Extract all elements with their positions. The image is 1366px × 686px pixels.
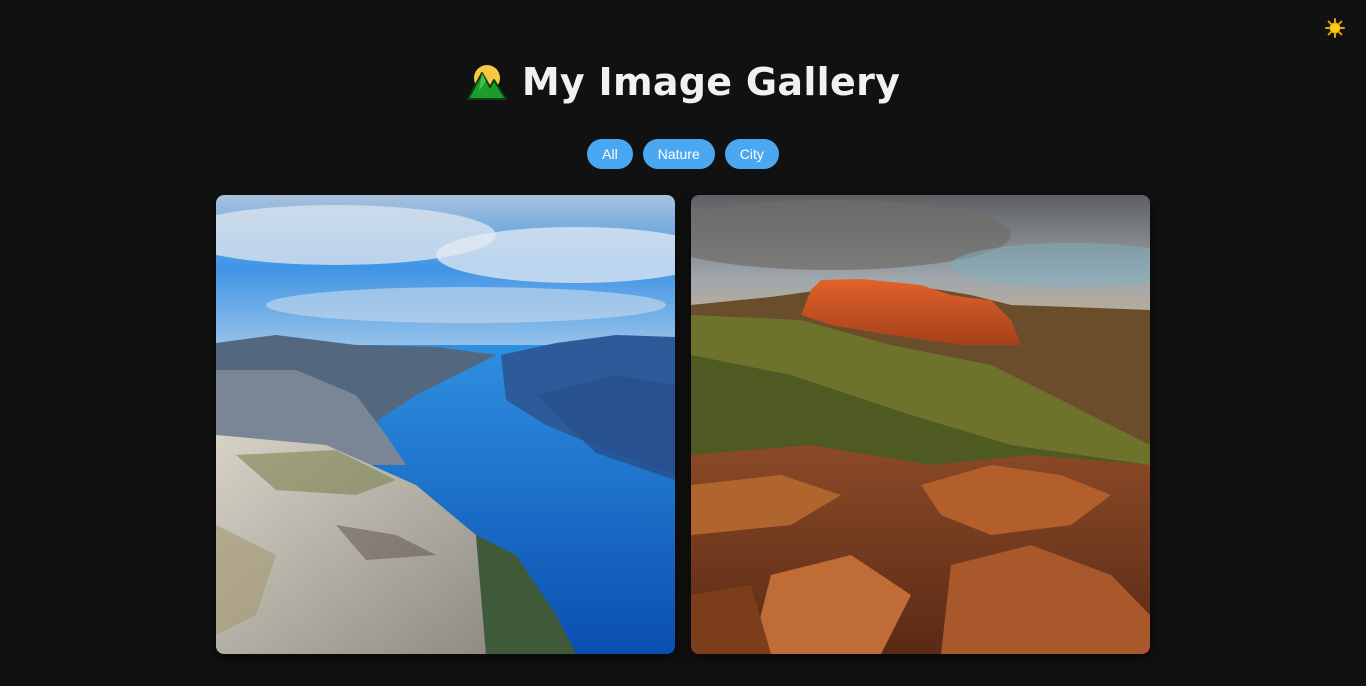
image-gallery bbox=[216, 195, 1150, 654]
fjord-cliff-image bbox=[216, 195, 675, 654]
page-title: My Image Gallery bbox=[521, 60, 901, 104]
filter-city-button[interactable]: City bbox=[724, 139, 779, 169]
sun-icon bbox=[1325, 18, 1345, 38]
gallery-image-canyon[interactable] bbox=[691, 195, 1150, 654]
gallery-image-fjord[interactable] bbox=[216, 195, 675, 654]
red-rock-canyon-image bbox=[691, 195, 1150, 654]
filter-nature-button[interactable]: Nature bbox=[642, 139, 715, 169]
filter-bar: All Nature City bbox=[0, 139, 1366, 169]
page-header: My Image Gallery bbox=[0, 60, 1366, 104]
theme-toggle-button[interactable] bbox=[1323, 16, 1347, 40]
filter-all-button[interactable]: All bbox=[587, 139, 633, 169]
sunrise-over-mountains-icon bbox=[466, 65, 507, 100]
